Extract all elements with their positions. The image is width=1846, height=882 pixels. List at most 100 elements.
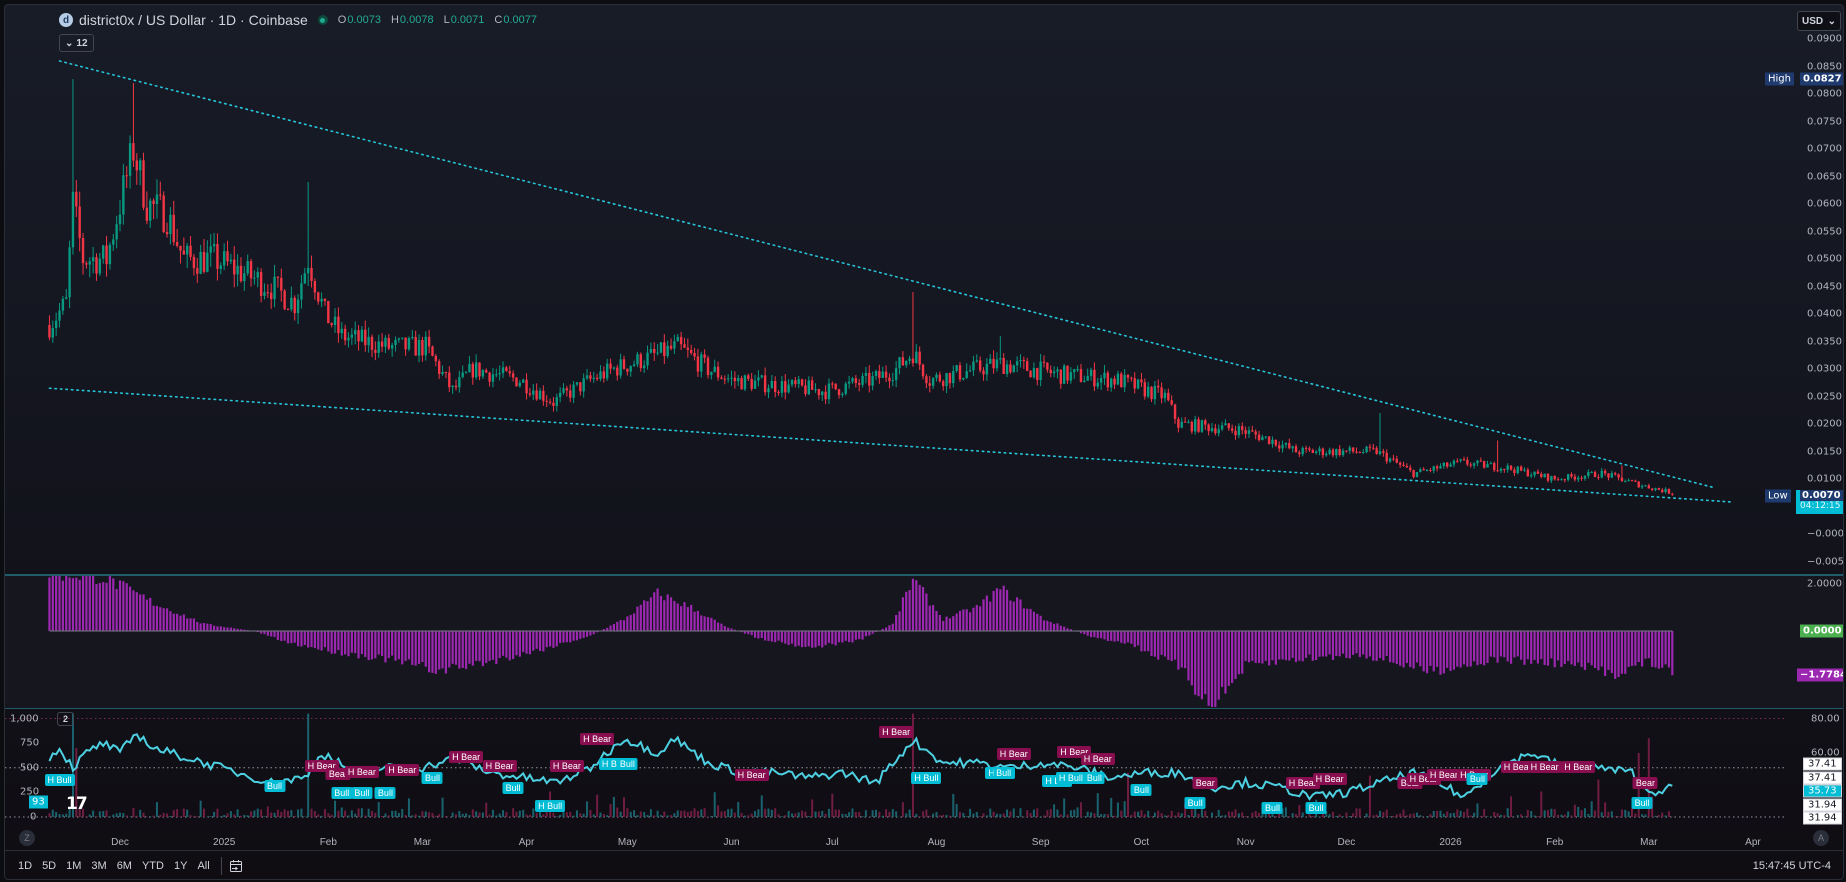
candle-body [1442, 462, 1446, 467]
oscillator-bar [411, 631, 414, 665]
oscillator-bar [1604, 631, 1607, 676]
range-6m[interactable]: 6M [112, 860, 137, 872]
volume-bar [528, 814, 531, 817]
chart-canvas[interactable] [5, 5, 1843, 879]
candle-body [703, 354, 706, 358]
candle-body [259, 272, 263, 296]
oscillator-bar [1016, 597, 1019, 631]
volume-bar [885, 809, 888, 817]
range-1d[interactable]: 1D [13, 860, 37, 872]
candle-body [730, 377, 733, 379]
candle-body [132, 143, 135, 161]
volume-bar [85, 816, 88, 817]
candle-body [844, 383, 847, 394]
candle-body [1049, 369, 1052, 374]
candle-body [1597, 477, 1600, 479]
candle-body [1267, 436, 1271, 444]
market-status-icon[interactable] [317, 15, 328, 25]
volume-bar [461, 813, 464, 817]
clock-timezone[interactable]: 15:47:45 UTC-4 [1753, 860, 1831, 872]
price-axis-tick: 0.0500 [1807, 253, 1842, 265]
oscillator-bar [108, 576, 112, 631]
candle-body [659, 342, 663, 353]
oscillator-bar [1224, 631, 1227, 694]
candle-body [767, 388, 770, 393]
oscillator-bar [706, 617, 710, 631]
candle-body [125, 175, 128, 177]
candle-body [320, 298, 323, 302]
oscillator-bar [1022, 608, 1025, 631]
auto-scale-left-button[interactable]: Z [19, 830, 35, 846]
volume-bar [1237, 813, 1240, 817]
candle-body [239, 265, 243, 282]
volume-bar [579, 813, 582, 817]
volume-bar [965, 816, 968, 817]
volume-bar [1291, 813, 1294, 817]
oscillator-bar [1059, 625, 1062, 631]
volume-bar [434, 815, 437, 817]
candle-body [1120, 373, 1123, 388]
candle-body [1046, 362, 1049, 370]
auto-scale-button[interactable]: A [1813, 830, 1829, 846]
candle-body [958, 365, 962, 380]
oscillator-bar [1352, 631, 1355, 655]
range-1m[interactable]: 1M [61, 860, 86, 872]
oscillator-bar [317, 631, 320, 650]
range-1y[interactable]: 1Y [169, 860, 192, 872]
candle-body [548, 401, 552, 403]
volume-bar [888, 811, 891, 817]
close-label: C [494, 14, 503, 26]
date-range-calendar-icon[interactable] [228, 858, 244, 874]
candle-body [1362, 452, 1365, 454]
oscillator-bar [397, 631, 400, 660]
candle-body [1365, 446, 1368, 453]
range-ytd[interactable]: YTD [137, 860, 169, 872]
oscillator-bar [380, 631, 384, 656]
oscillator-bar [683, 602, 686, 631]
candle-body [1472, 463, 1476, 466]
candle-body [189, 245, 192, 257]
volume-bar [1130, 814, 1133, 817]
candle-body [1294, 446, 1298, 453]
volume-bar [710, 815, 713, 817]
volume-bar [266, 806, 269, 817]
oscillator-bar [347, 631, 350, 657]
candle-body [464, 372, 468, 374]
candle-body [162, 195, 165, 233]
candle-body [555, 397, 558, 406]
volume-bar [135, 815, 138, 817]
volume-bar [1449, 813, 1452, 817]
candle-body [1556, 479, 1560, 481]
candle-body [706, 357, 710, 375]
volume-bar [1610, 811, 1613, 817]
price-axis-tick: −0.0000 [1807, 528, 1844, 540]
oscillator-bar [1563, 631, 1566, 665]
candle-body [851, 378, 854, 382]
oscillator-bar [1089, 631, 1093, 638]
candle-body [710, 371, 713, 375]
oscillator-bar [454, 631, 458, 665]
volume-bar [959, 811, 961, 817]
symbol-legend[interactable]: d district0x / US Dollar · 1D · Coinbase… [59, 12, 541, 28]
symbol-title[interactable]: district0x / US Dollar · 1D · Coinbase [79, 12, 308, 28]
volume-bar [327, 813, 330, 817]
range-3m[interactable]: 3M [86, 860, 111, 872]
range-5d[interactable]: 5D [37, 860, 61, 872]
candle-body [992, 358, 995, 369]
candle-body [1590, 471, 1593, 473]
open-label: O [337, 14, 347, 26]
candle-body [1637, 481, 1640, 488]
oscillator-bar [495, 631, 498, 664]
candle-body [901, 357, 905, 366]
rsi-collapse-button[interactable]: 2 [57, 712, 75, 726]
range-all[interactable]: All [192, 860, 214, 872]
oscillator-last-tag: −1.7784 [1797, 668, 1843, 682]
currency-select[interactable]: USD ⌄ [1797, 11, 1841, 31]
volume-bar [226, 813, 229, 817]
volume-bar [1496, 813, 1499, 817]
oscillator-bar [1627, 631, 1630, 667]
candle-body [1005, 364, 1009, 375]
oscillator-bar [176, 613, 179, 631]
indicators-collapse-button[interactable]: ⌄ 12 [59, 34, 94, 52]
volume-bar [203, 808, 205, 817]
